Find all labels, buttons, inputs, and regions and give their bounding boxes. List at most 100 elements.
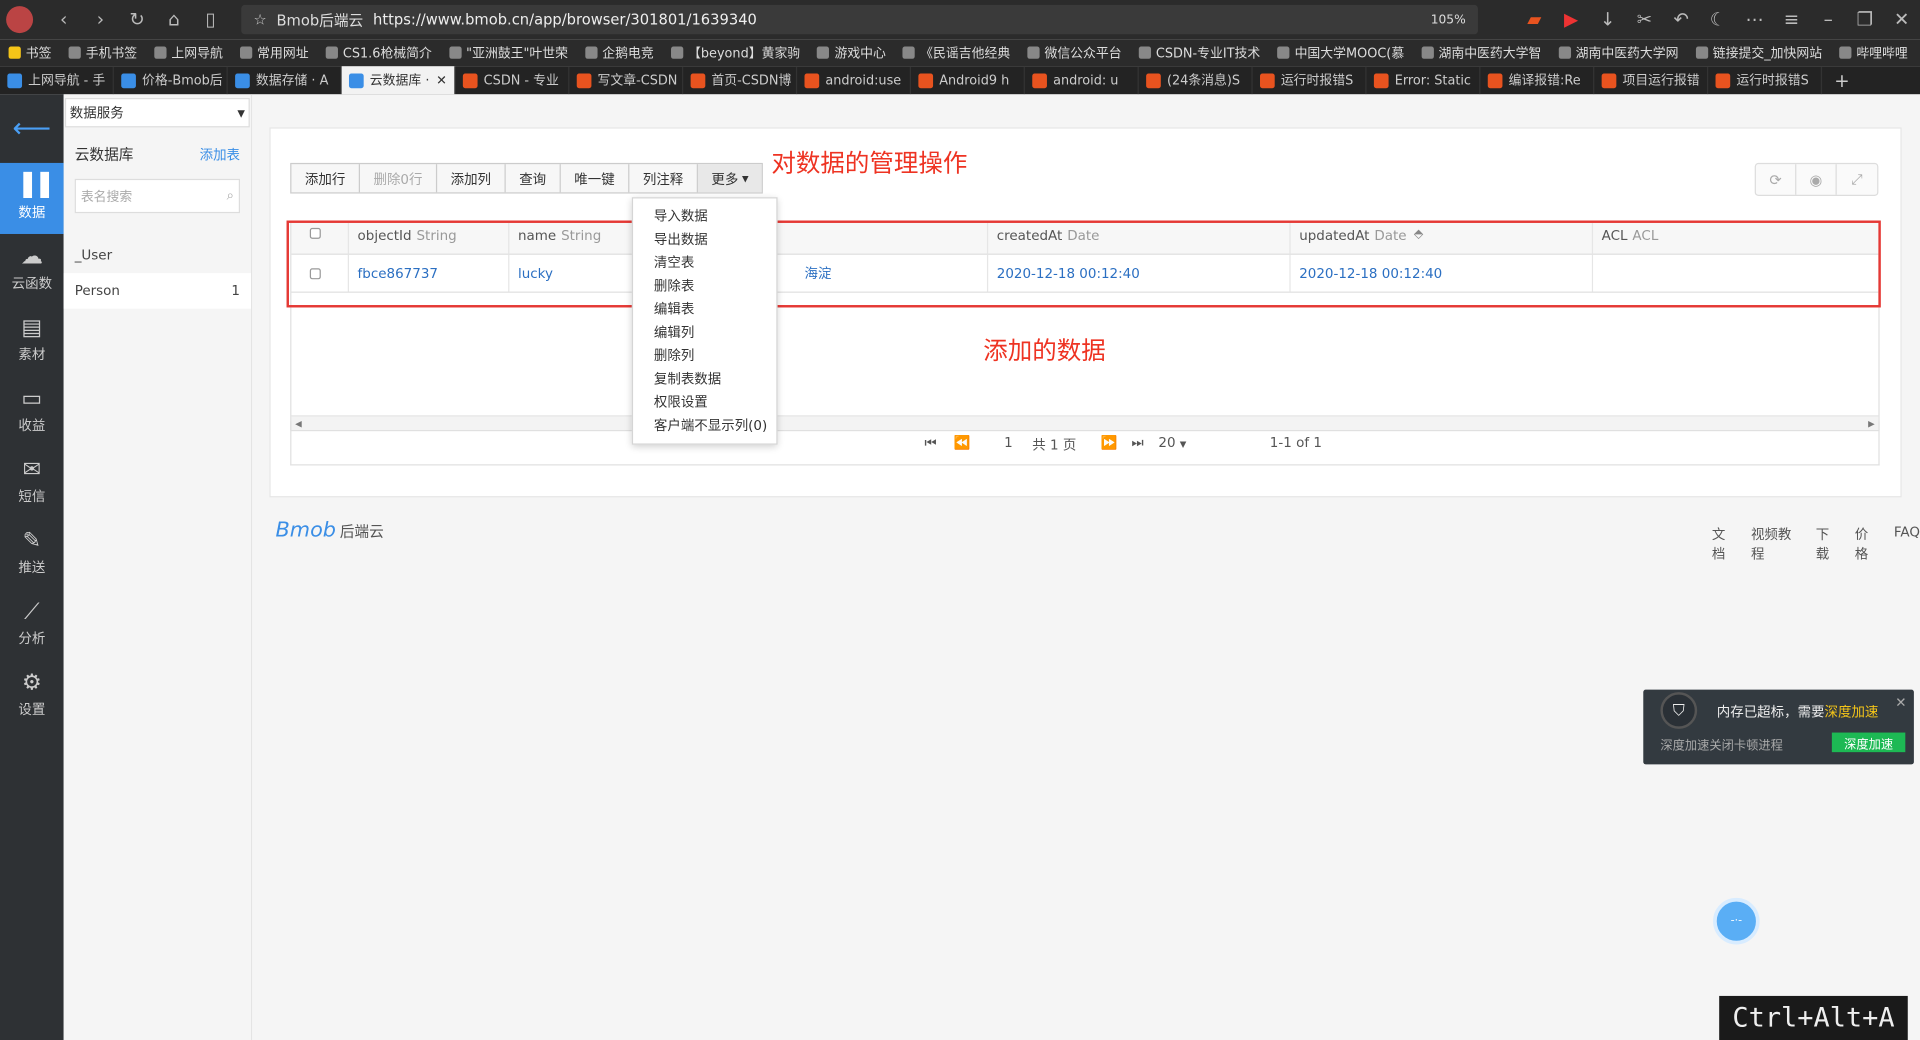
prev-page-icon[interactable]: ⏪ <box>954 435 971 451</box>
footer-link[interactable]: 下载 <box>1816 524 1842 563</box>
browser-tab[interactable]: (24条消息)S <box>1139 66 1253 95</box>
current-page[interactable]: 1 <box>1004 435 1013 451</box>
nav-item[interactable]: ✉ 短信 <box>0 447 64 518</box>
more-menu-item[interactable]: 导入数据 <box>633 203 776 226</box>
delete-rows-button[interactable]: 删除0行 <box>360 164 438 193</box>
menu-icon[interactable]: ≡ <box>1773 4 1810 36</box>
browser-tab[interactable]: Error: Static <box>1367 66 1481 95</box>
add-table-link[interactable]: 添加表 <box>200 144 240 164</box>
browser-tab[interactable]: 云数据库 · ✕ <box>341 66 456 95</box>
bookmark-item[interactable]: 【beyond】黄家驹 <box>662 43 808 61</box>
browser-tab[interactable]: 项目运行报错 <box>1594 66 1709 95</box>
cell-acl[interactable] <box>1593 255 1878 292</box>
address-bar[interactable]: ☆ Bmob后端云 https://www.bmob.cn/app/browse… <box>241 4 1478 35</box>
bookmark-item[interactable]: CSDN-专业IT技术 <box>1130 43 1269 61</box>
bookmark-item[interactable]: 上网导航 <box>146 43 232 61</box>
browser-tab[interactable]: android:use <box>797 66 912 95</box>
bookmark-item[interactable]: 湖南中医药大学智 <box>1413 43 1550 61</box>
accelerate-button[interactable]: 深度加速 <box>1831 732 1906 753</box>
browser-tab[interactable]: 编译报错:Re <box>1480 66 1595 95</box>
row-select-cell[interactable] <box>291 254 349 292</box>
bookmark-item[interactable]: "亚洲鼓王"叶世荣 <box>440 43 576 61</box>
bookmark-item[interactable]: 手机书签 <box>60 43 146 61</box>
home-icon[interactable]: ⌂ <box>156 4 193 36</box>
page-size-select[interactable]: 20 ▼ <box>1158 435 1186 451</box>
url-text[interactable]: https://www.bmob.cn/app/browser/301801/1… <box>373 11 757 28</box>
download-icon[interactable]: ↓ <box>1589 4 1626 36</box>
column-comment-button[interactable]: 列注释 <box>629 164 698 193</box>
bookmark-item[interactable]: 企鹅电竞 <box>577 43 663 61</box>
browser-tab[interactable]: android: u <box>1025 66 1139 95</box>
browser-tab[interactable]: 价格-Bmob后 <box>114 66 228 95</box>
bookmark-item[interactable]: CS1.6枪械简介 <box>317 43 440 61</box>
more-menu-item[interactable]: 删除表 <box>633 273 776 296</box>
unique-key-button[interactable]: 唯一键 <box>561 164 630 193</box>
row-checkbox[interactable] <box>309 267 321 279</box>
query-button[interactable]: 查询 <box>506 164 561 193</box>
add-row-button[interactable]: 添加行 <box>291 164 361 193</box>
game-icon[interactable]: ▰ <box>1516 4 1553 36</box>
cell-updatedAt[interactable]: 2020-12-18 00:12:40 <box>1291 254 1594 292</box>
service-select[interactable]: 数据服务 ▼ <box>64 98 250 128</box>
browser-tab[interactable]: 首页-CSDN博 <box>683 66 798 95</box>
zoom-level[interactable]: 105% <box>1431 13 1466 26</box>
more-menu-item[interactable]: 复制表数据 <box>633 366 776 389</box>
column-header[interactable]: updatedAt Date ⬘ <box>1291 221 1594 254</box>
minimize-icon[interactable]: – <box>1810 4 1847 36</box>
moon-icon[interactable]: ☾ <box>1700 4 1737 36</box>
browser-tab[interactable]: CSDN - 专业 <box>456 66 570 95</box>
more-icon[interactable]: ⋯ <box>1736 4 1773 36</box>
bookmark-item[interactable]: 《民谣吉他经典 <box>894 43 1018 61</box>
reload-icon[interactable]: ↻ <box>119 4 156 36</box>
bookmark-star-icon[interactable]: ☆ <box>253 11 266 28</box>
nav-item[interactable]: ☁ 云函数 <box>0 234 64 305</box>
floating-assistant-icon[interactable]: -·- <box>1713 897 1760 945</box>
browser-tab[interactable]: 运行时报错S <box>1708 66 1823 95</box>
nav-item[interactable]: ✎ 推送 <box>0 518 64 589</box>
more-button[interactable]: 更多 ▼ <box>697 164 763 193</box>
restore-icon[interactable]: ❐ <box>1847 4 1884 36</box>
bookmark-item[interactable]: 书签 <box>0 43 60 61</box>
cell-createdAt[interactable]: 2020-12-18 00:12:40 <box>988 254 1291 292</box>
more-menu-item[interactable]: 权限设置 <box>633 390 776 413</box>
close-window-icon[interactable]: ✕ <box>1883 4 1920 36</box>
nav-item[interactable]: ▭ 收益 <box>0 376 64 447</box>
back-icon[interactable]: ‹ <box>45 4 82 36</box>
close-tab-icon[interactable]: ✕ <box>436 73 447 88</box>
last-page-icon[interactable]: ⏭ <box>1131 435 1143 452</box>
browser-tab[interactable]: 写文章-CSDN <box>569 66 684 95</box>
more-menu-item[interactable]: 导出数据 <box>633 227 776 250</box>
browser-tab[interactable]: 数据存储 · A <box>228 66 342 95</box>
back-arrow-icon[interactable]: ⟵ <box>0 94 64 163</box>
browser-tab[interactable]: 上网导航 - 手 <box>0 66 114 95</box>
refresh-icon[interactable]: ⟳ <box>1756 164 1797 195</box>
browser-tab[interactable]: 运行时报错S <box>1253 66 1367 95</box>
forward-icon[interactable]: › <box>82 4 119 36</box>
nav-item[interactable]: ▤ 素材 <box>0 305 64 376</box>
video-icon[interactable]: ▶ <box>1553 4 1590 36</box>
bookmark-item[interactable]: 哔哩哔哩 <box>1831 43 1917 61</box>
sort-icon[interactable]: ⬘ <box>1414 228 1423 241</box>
footer-link[interactable]: 视频教程 <box>1751 524 1802 563</box>
more-menu-item[interactable]: 清空表 <box>633 250 776 273</box>
bookmark-item[interactable]: 中国大学MOOC(慕 <box>1269 43 1413 61</box>
popup-message-highlight[interactable]: 深度加速 <box>1825 704 1879 720</box>
bookmark-item[interactable]: 微信公众平台 <box>1019 43 1130 61</box>
bookmark-item[interactable]: 游戏中心 <box>809 43 895 61</box>
more-menu-item[interactable]: 删除列 <box>633 343 776 366</box>
new-tab-icon[interactable]: + <box>1822 69 1862 91</box>
more-menu-item[interactable]: 编辑列 <box>633 320 776 343</box>
reading-icon[interactable]: ▯ <box>192 4 229 36</box>
nav-item[interactable]: ⚙ 设置 <box>0 660 64 731</box>
add-column-button[interactable]: 添加列 <box>437 164 506 193</box>
user-avatar[interactable] <box>6 6 34 34</box>
bookmark-item[interactable]: 链接提交_加快网站 <box>1687 43 1831 61</box>
cell-objectId[interactable]: fbce867737 <box>349 254 510 292</box>
footer-link[interactable]: 价格 <box>1855 524 1881 563</box>
table-search-input[interactable]: 表名搜索 ⌕ <box>74 178 241 214</box>
bookmark-item[interactable]: 湖 <box>1916 43 1920 61</box>
next-page-icon[interactable]: ⏩ <box>1101 435 1118 451</box>
select-all-cell[interactable] <box>291 221 349 254</box>
select-all-checkbox[interactable] <box>309 227 321 239</box>
more-menu-item[interactable]: 编辑表 <box>633 296 776 319</box>
